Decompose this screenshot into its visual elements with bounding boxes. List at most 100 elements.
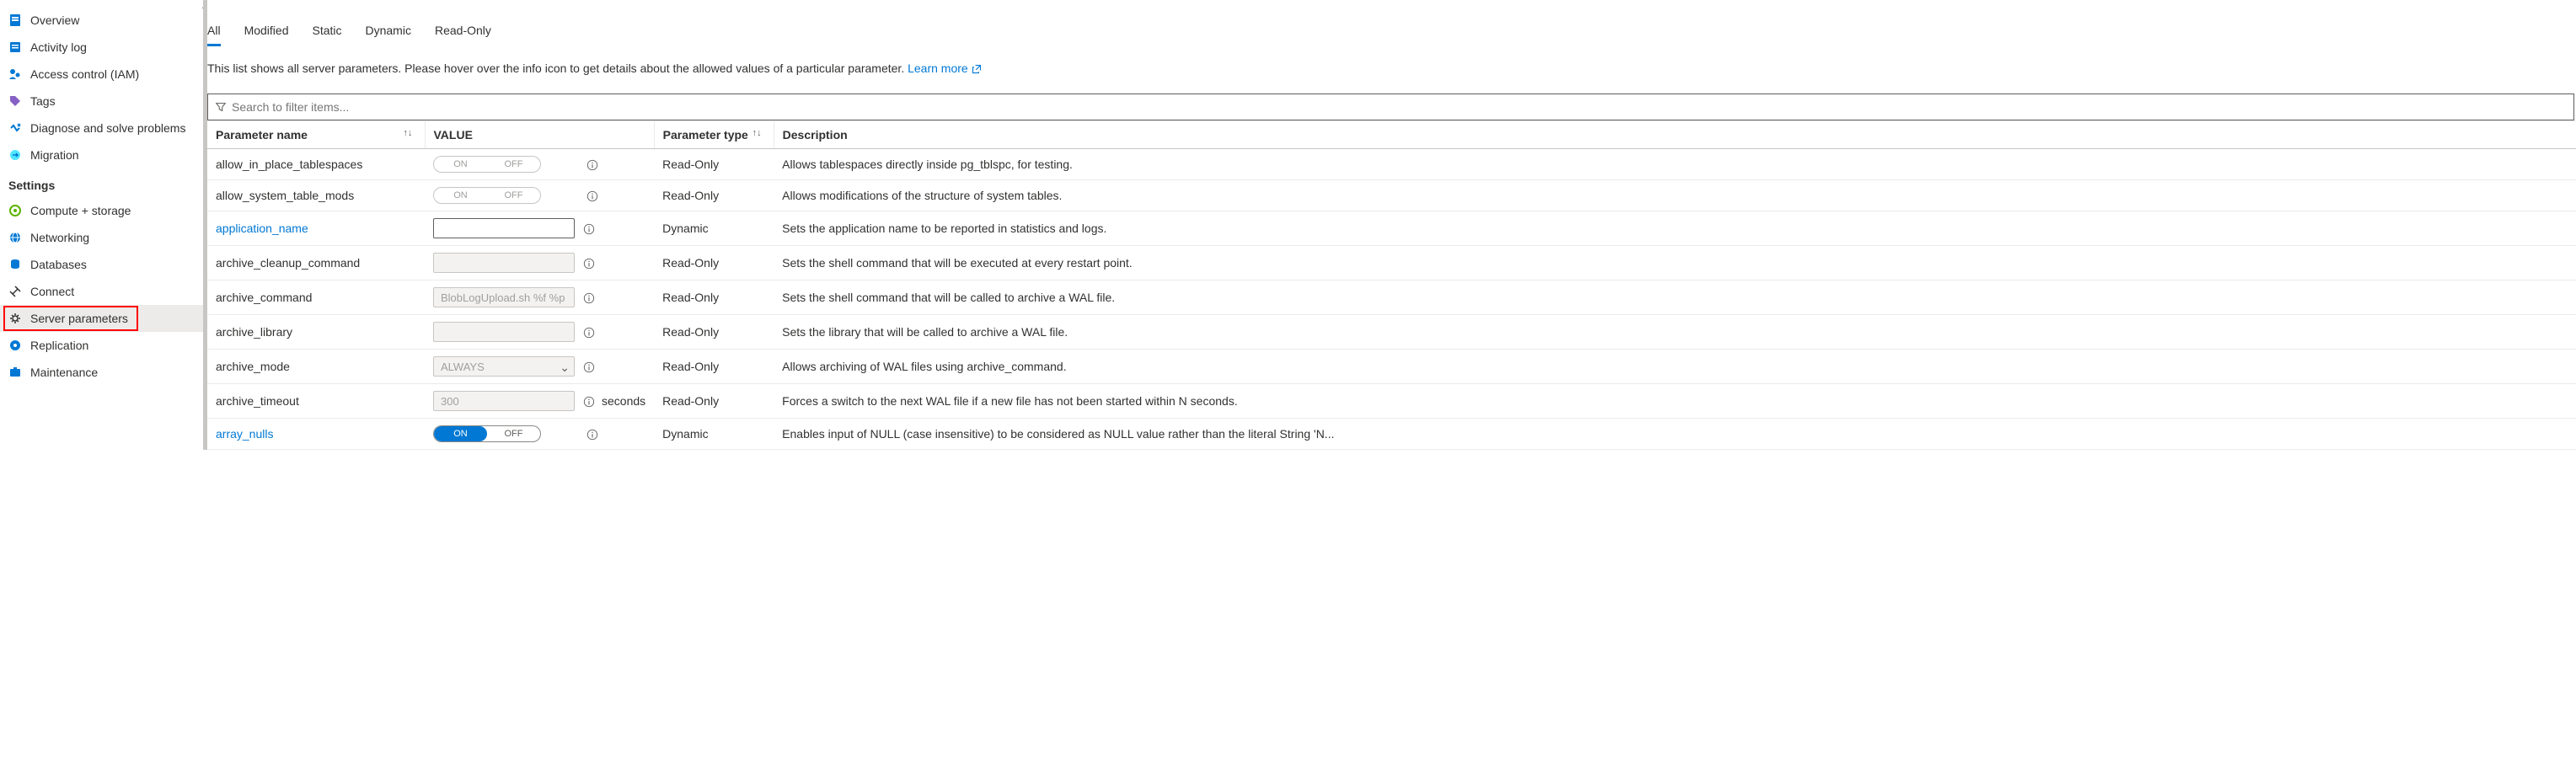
sidebar-label: Connect: [30, 285, 74, 298]
sidebar-label: Databases: [30, 258, 87, 271]
parameter-name-cell: archive_cleanup_command: [207, 246, 425, 280]
sidebar-label: Replication: [30, 339, 88, 352]
parameter-value-cell: [425, 246, 654, 280]
info-icon[interactable]: [586, 189, 598, 202]
parameter-type-cell: Read-Only: [654, 180, 774, 211]
compute-storage-icon: [8, 204, 22, 217]
parameter-name-cell[interactable]: application_name: [207, 211, 425, 246]
sort-icon: ↑↓: [752, 128, 762, 138]
sidebar-item-networking[interactable]: Networking: [0, 224, 207, 251]
sidebar-item-tags[interactable]: Tags: [0, 88, 207, 115]
column-header-type[interactable]: Parameter type↑↓: [654, 121, 774, 149]
overview-icon: [8, 13, 22, 27]
parameter-desc-cell: Sets the application name to be reported…: [774, 211, 2576, 246]
info-icon[interactable]: [583, 360, 595, 373]
parameter-type-cell: Read-Only: [654, 350, 774, 384]
sidebar-item-compute-storage[interactable]: Compute + storage: [0, 197, 207, 224]
column-header-desc[interactable]: Description: [774, 121, 2576, 149]
sidebar-label: Server parameters: [30, 312, 128, 325]
sidebar-label: Tags: [30, 94, 56, 108]
parameter-name-cell: archive_library: [207, 315, 425, 350]
sidebar-scrollbar[interactable]: [203, 0, 207, 450]
tab-modified[interactable]: Modified: [244, 24, 289, 46]
parameter-value-cell: [425, 280, 654, 315]
parameter-type-cell: Read-Only: [654, 246, 774, 280]
parameter-desc-cell: Sets the shell command that will be call…: [774, 280, 2576, 315]
info-icon[interactable]: [586, 427, 598, 441]
main-content: All Modified Static Dynamic Read-Only Th…: [207, 0, 2576, 450]
sidebar-item-migration[interactable]: Migration: [0, 142, 207, 168]
parameter-name-cell: allow_in_place_tablespaces: [207, 149, 425, 180]
sidebar-label: Maintenance: [30, 366, 98, 379]
tags-icon: [8, 94, 22, 108]
intro-text: This list shows all server parameters. P…: [207, 61, 2576, 75]
learn-more-link[interactable]: Learn more: [908, 61, 981, 75]
sidebar-item-replication[interactable]: Replication: [0, 332, 207, 359]
info-icon[interactable]: [583, 291, 595, 304]
toggle-switch: ONOFF: [433, 187, 541, 204]
value-text-input: [433, 287, 575, 307]
sidebar-item-diagnose[interactable]: Diagnose and solve problems: [0, 115, 207, 142]
sidebar-label: Access control (IAM): [30, 67, 139, 81]
parameter-type-cell: Read-Only: [654, 280, 774, 315]
server-parameters-icon: [8, 312, 22, 325]
info-icon[interactable]: [583, 222, 595, 235]
parameter-type-cell: Read-Only: [654, 384, 774, 419]
parameter-desc-cell: Allows archiving of WAL files using arch…: [774, 350, 2576, 384]
info-icon[interactable]: [583, 325, 595, 339]
parameter-value-cell: ONOFF: [425, 419, 654, 450]
parameter-desc-cell: Allows tablespaces directly inside pg_tb…: [774, 149, 2576, 180]
column-header-value[interactable]: VALUE: [425, 121, 654, 149]
toggle-switch[interactable]: ONOFF: [433, 425, 541, 442]
networking-icon: [8, 231, 22, 244]
sidebar-item-databases[interactable]: Databases: [0, 251, 207, 278]
sidebar-section-settings: Settings: [0, 168, 207, 197]
value-text-input: [433, 253, 575, 273]
sidebar-item-server-parameters[interactable]: Server parameters: [0, 305, 207, 332]
table-row: archive_timeoutsecondsRead-OnlyForces a …: [207, 384, 2576, 419]
parameter-type-cell: Dynamic: [654, 211, 774, 246]
info-icon[interactable]: [583, 394, 595, 408]
sidebar-item-overview[interactable]: Overview: [0, 7, 207, 34]
search-input[interactable]: [232, 100, 2567, 114]
parameter-value-cell: seconds: [425, 384, 654, 419]
sidebar-item-maintenance[interactable]: Maintenance: [0, 359, 207, 386]
diagnose-icon: [8, 121, 22, 135]
search-filter-bar[interactable]: [207, 93, 2574, 120]
parameter-desc-cell: Sets the shell command that will be exec…: [774, 246, 2576, 280]
connect-icon: [8, 285, 22, 298]
parameter-type-cell: Read-Only: [654, 315, 774, 350]
databases-icon: [8, 258, 22, 271]
tab-all[interactable]: All: [207, 24, 221, 46]
toggle-switch: ONOFF: [433, 156, 541, 173]
table-row: archive_cleanup_command Read-OnlySets the…: [207, 246, 2576, 280]
table-row: application_name DynamicSets the applicat…: [207, 211, 2576, 246]
maintenance-icon: [8, 366, 22, 379]
tab-static[interactable]: Static: [312, 24, 341, 46]
tab-dynamic[interactable]: Dynamic: [366, 24, 411, 46]
parameter-name-cell[interactable]: array_nulls: [207, 419, 425, 450]
column-header-name[interactable]: Parameter name↑↓: [207, 121, 425, 149]
migration-icon: [8, 148, 22, 162]
table-row: allow_system_table_modsONOFFRead-OnlyAll…: [207, 180, 2576, 211]
parameter-value-cell: [425, 211, 654, 246]
parameter-type-cell: Dynamic: [654, 419, 774, 450]
access-control-icon: [8, 67, 22, 81]
table-row: archive_libraryRead-OnlySets the library…: [207, 315, 2576, 350]
parameter-type-cell: Read-Only: [654, 149, 774, 180]
info-icon[interactable]: [586, 158, 598, 171]
sidebar-label: Migration: [30, 148, 79, 162]
tab-read-only[interactable]: Read-Only: [435, 24, 491, 46]
parameter-tabs: All Modified Static Dynamic Read-Only: [207, 24, 2576, 46]
parameter-desc-cell: Allows modifications of the structure of…: [774, 180, 2576, 211]
sidebar-item-activity-log[interactable]: Activity log: [0, 34, 207, 61]
value-text-input[interactable]: [433, 218, 575, 238]
parameter-value-cell: ONOFF: [425, 180, 654, 211]
sidebar-item-access-control[interactable]: Access control (IAM): [0, 61, 207, 88]
table-row: archive_mode⌄Read-OnlyAllows archiving o…: [207, 350, 2576, 384]
sidebar-item-connect[interactable]: Connect: [0, 278, 207, 305]
parameter-name-cell: archive_timeout: [207, 384, 425, 419]
info-icon[interactable]: [583, 256, 595, 270]
parameters-table: Parameter name↑↓ VALUE Parameter type↑↓ …: [207, 120, 2576, 450]
unit-label: seconds: [602, 394, 645, 408]
